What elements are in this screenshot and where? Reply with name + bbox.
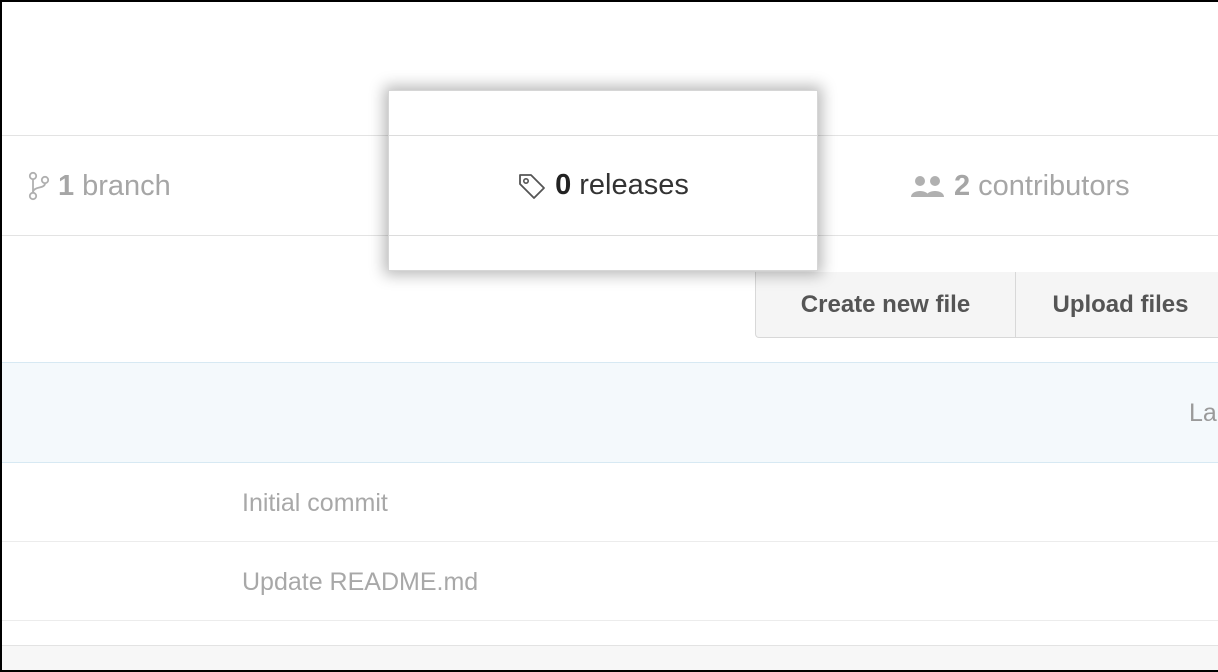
releases-highlight-box: 0 releases [388,90,818,271]
people-icon [910,174,946,198]
next-file-row [2,645,1218,670]
branch-icon [28,171,50,201]
commit-message-link[interactable]: Initial commit [242,464,388,542]
commit-message-link[interactable]: Update README.md [242,543,478,621]
file-actions: Create new file Upload files [755,272,1218,338]
commit-header: La [2,362,1218,463]
releases-count: 0 [555,169,572,201]
contributors-count: 2 [954,169,971,202]
releases-link[interactable]: 0 releases [389,136,817,235]
highlight-divider-bottom [389,235,817,236]
tag-icon [517,171,547,201]
branches-link[interactable]: 1 branch [28,136,171,236]
screenshot-frame: 1 branch 2 contributors 0 releases Creat… [0,0,1218,672]
branches-count: 1 [58,169,75,202]
contributors-link[interactable]: 2 contributors [910,136,1130,236]
contributors-label: contributors [978,169,1130,202]
branches-label: branch [82,169,171,202]
file-row: Update README.md [2,543,1218,621]
releases-label: releases [579,169,689,201]
latest-commit-text: La [1189,398,1217,427]
upload-files-button[interactable]: Upload files [1016,272,1218,338]
create-new-file-button[interactable]: Create new file [755,272,1016,338]
file-row: Initial commit [2,464,1218,542]
